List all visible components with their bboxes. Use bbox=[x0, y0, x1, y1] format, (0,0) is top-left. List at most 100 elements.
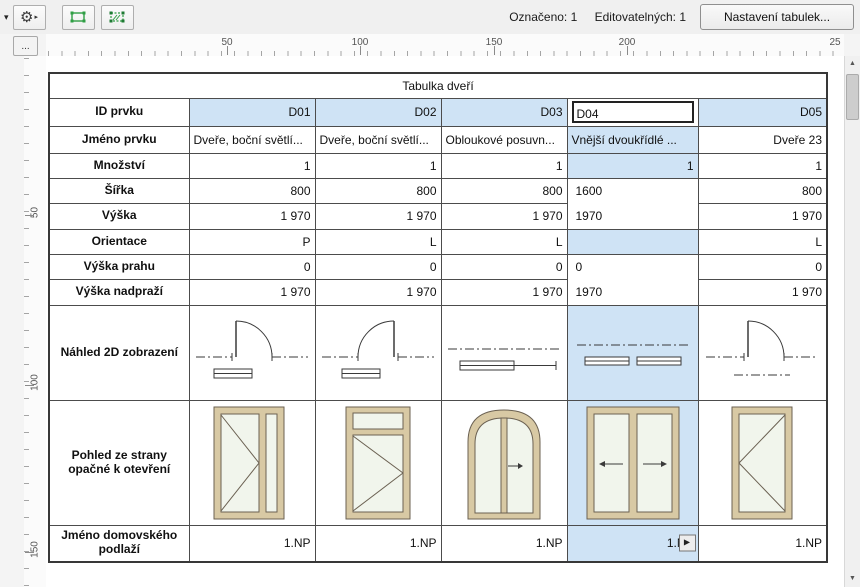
cell-height-d03[interactable]: 1 970 bbox=[440, 203, 568, 230]
sill-edit-value[interactable]: 0 bbox=[572, 255, 694, 280]
table-row: ID prvku D01 D02 D03 D04 D05 bbox=[48, 97, 828, 127]
horizontal-ruler-row: ... 50 100 150 200 25 bbox=[0, 34, 860, 57]
cell-orientation-d03[interactable]: L bbox=[440, 228, 568, 255]
row-header-qty[interactable]: Množství bbox=[48, 152, 190, 179]
select-on-plan-button[interactable] bbox=[100, 4, 134, 30]
cell-floor-d03[interactable]: 1.NP bbox=[440, 524, 568, 563]
cell-elevation-d04[interactable] bbox=[566, 399, 699, 526]
cell-sill-d02[interactable]: 0 bbox=[314, 253, 442, 280]
cell-qty-d01[interactable]: 1 bbox=[188, 152, 316, 179]
scheme-settings-button[interactable]: ⚙ ▸ bbox=[12, 4, 46, 30]
door-elevation-double-icon bbox=[586, 406, 679, 519]
cell-id-d03[interactable]: D03 bbox=[440, 97, 568, 127]
cell-orientation-d02[interactable]: L bbox=[314, 228, 442, 255]
cell-qty-d04[interactable]: 1 bbox=[566, 152, 699, 179]
cell-sill-d03[interactable]: 0 bbox=[440, 253, 568, 280]
cell-floor-d02[interactable]: 1.NP bbox=[314, 524, 442, 563]
cell-elevation-d03[interactable] bbox=[440, 399, 568, 526]
schedule-canvas[interactable]: Tabulka dveří ID prvku D01 D02 D03 D04 D… bbox=[46, 56, 844, 587]
row-header-id[interactable]: ID prvku bbox=[48, 97, 190, 127]
cell-orientation-d01[interactable]: P bbox=[188, 228, 316, 255]
storey-flyout-button[interactable]: ▶ bbox=[678, 534, 696, 552]
table-row: Výška nadpraží 1 970 1 970 1 970 1 970 bbox=[48, 278, 828, 306]
ruler-mark: 25 bbox=[829, 37, 841, 48]
cell-orientation-d04[interactable] bbox=[566, 228, 699, 255]
cell-qty-d05[interactable]: 1 bbox=[697, 152, 828, 179]
cell-sill-d01[interactable]: 0 bbox=[188, 253, 316, 280]
cell-2d-d01[interactable] bbox=[188, 304, 316, 401]
cell-name-d03[interactable]: Obloukové posuvn... bbox=[440, 125, 568, 154]
row-header-lintel[interactable]: Výška nadpraží bbox=[48, 278, 190, 306]
table-settings-button[interactable]: Nastavení tabulek... bbox=[700, 4, 854, 30]
row-header-elevation[interactable]: Pohled ze strany opačné k otevření bbox=[48, 399, 190, 526]
vertical-scrollbar[interactable]: ▲ ▼ bbox=[844, 56, 860, 587]
table-row: Jméno prvku Dveře, boční světlí... Dveře… bbox=[48, 125, 828, 154]
scroll-down-button[interactable]: ▼ bbox=[845, 571, 860, 587]
height-edit-value[interactable]: 1970 bbox=[572, 204, 694, 229]
cell-id-d04[interactable]: D04 bbox=[566, 97, 699, 127]
row-header-sill[interactable]: Výška prahu bbox=[48, 253, 190, 280]
row-header-height[interactable]: Výška bbox=[48, 203, 190, 230]
cell-lintel-d01[interactable]: 1 970 bbox=[188, 278, 316, 306]
cell-height-d05[interactable]: 1 970 bbox=[697, 203, 828, 230]
cell-name-d01[interactable]: Dveře, boční světlí... bbox=[188, 125, 316, 154]
row-header-name[interactable]: Jméno prvku bbox=[48, 125, 190, 154]
cell-height-d02[interactable]: 1 970 bbox=[314, 203, 442, 230]
cell-lintel-d05[interactable]: 1 970 bbox=[697, 278, 828, 306]
cell-qty-d02[interactable]: 1 bbox=[314, 152, 442, 179]
table-title[interactable]: Tabulka dveří bbox=[48, 72, 828, 99]
cell-qty-d03[interactable]: 1 bbox=[440, 152, 568, 179]
cell-id-d01[interactable]: D01 bbox=[188, 97, 316, 127]
cell-sill-lintel-d04-edit[interactable]: 0 1970 bbox=[566, 253, 699, 306]
row-header-2d-preview[interactable]: Náhled 2D zobrazení bbox=[48, 304, 190, 401]
vertical-ruler[interactable]: 50 100 150 bbox=[24, 56, 47, 587]
gear-icon: ⚙ bbox=[20, 8, 34, 26]
highlight-selection-button[interactable] bbox=[61, 4, 95, 30]
horizontal-ruler[interactable]: 50 100 150 200 25 bbox=[46, 34, 844, 57]
door-elevation-transom-icon bbox=[345, 406, 411, 519]
lintel-edit-value[interactable]: 1970 bbox=[572, 280, 694, 305]
cell-width-d03[interactable]: 800 bbox=[440, 177, 568, 204]
door-2d-swing-right-icon bbox=[706, 320, 819, 375]
cell-width-d01[interactable]: 800 bbox=[188, 177, 316, 204]
cell-height-d01[interactable]: 1 970 bbox=[188, 203, 316, 230]
cell-2d-d03[interactable] bbox=[440, 304, 568, 401]
cell-2d-d05[interactable] bbox=[697, 304, 828, 401]
row-header-home-storey[interactable]: Jméno domovského podlaží bbox=[48, 524, 190, 563]
cell-2d-d04[interactable] bbox=[566, 304, 699, 401]
cell-floor-d01[interactable]: 1.NP bbox=[188, 524, 316, 563]
cell-2d-d02[interactable] bbox=[314, 304, 442, 401]
row-header-orientation[interactable]: Orientace bbox=[48, 228, 190, 255]
panel-collapse-caret-icon[interactable]: ▾ bbox=[4, 12, 9, 23]
cell-name-d05[interactable]: Dveře 23 bbox=[697, 125, 828, 154]
cell-width-height-d04-edit[interactable]: 1600 1970 bbox=[566, 177, 699, 230]
cell-name-d04[interactable]: Vnější dvoukřídlé ... bbox=[566, 125, 699, 154]
cell-orientation-d05[interactable]: L bbox=[697, 228, 828, 255]
table-row: Množství 1 1 1 1 1 bbox=[48, 152, 828, 179]
door-elevation-sidelight-icon bbox=[213, 406, 285, 519]
cell-lintel-d02[interactable]: 1 970 bbox=[314, 278, 442, 306]
scroll-up-button[interactable]: ▲ bbox=[845, 56, 860, 72]
row-header-width[interactable]: Šířka bbox=[48, 177, 190, 204]
width-edit-value[interactable]: 1600 bbox=[572, 179, 694, 204]
cell-elevation-d02[interactable] bbox=[314, 399, 442, 526]
door-elevation-arched-double-icon bbox=[467, 408, 541, 519]
door-elevation-single-icon bbox=[731, 406, 793, 519]
cell-floor-d04[interactable]: 1.NP ▶ bbox=[566, 524, 699, 563]
table-row: Výška 1 970 1 970 1 970 1 970 bbox=[48, 203, 828, 230]
ruler-corner-button[interactable]: ... bbox=[13, 36, 38, 56]
cell-floor-d05[interactable]: 1.NP bbox=[697, 524, 828, 563]
cell-width-d02[interactable]: 800 bbox=[314, 177, 442, 204]
select-on-plan-icon bbox=[109, 11, 125, 23]
table-row: Náhled 2D zobrazení bbox=[48, 304, 828, 401]
cell-elevation-d05[interactable] bbox=[697, 399, 828, 526]
cell-id-d02[interactable]: D02 bbox=[314, 97, 442, 127]
cell-sill-d05[interactable]: 0 bbox=[697, 253, 828, 280]
cell-name-d02[interactable]: Dveře, boční světlí... bbox=[314, 125, 442, 154]
cell-elevation-d01[interactable] bbox=[188, 399, 316, 526]
scrollbar-thumb[interactable] bbox=[846, 74, 859, 120]
cell-id-d05[interactable]: D05 bbox=[697, 97, 828, 127]
cell-lintel-d03[interactable]: 1 970 bbox=[440, 278, 568, 306]
id-edit-field[interactable]: D04 bbox=[571, 101, 694, 123]
cell-width-d05[interactable]: 800 bbox=[697, 177, 828, 204]
